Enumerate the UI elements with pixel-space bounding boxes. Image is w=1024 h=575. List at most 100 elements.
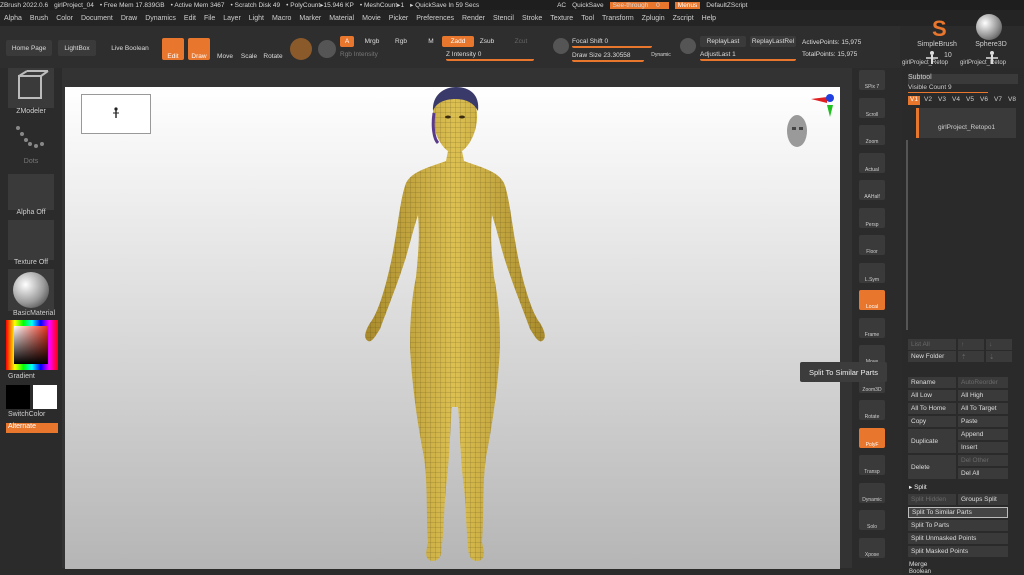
new-folder-button[interactable]: New Folder: [908, 351, 956, 362]
version-tab-v3[interactable]: V3: [936, 96, 948, 105]
menu-movie[interactable]: Movie: [362, 15, 381, 22]
menu-help[interactable]: Help: [702, 15, 716, 22]
version-tab-v8[interactable]: V8: [1006, 96, 1018, 105]
axis-gizmo-icon[interactable]: [807, 93, 837, 123]
shelf-l-sym[interactable]: L.Sym: [859, 262, 885, 283]
shelf-local[interactable]: Local: [859, 290, 885, 310]
focal-shift-slider[interactable]: Focal Shift 0: [572, 36, 652, 48]
all-low-button[interactable]: All Low: [908, 390, 956, 401]
see-through-slider[interactable]: See-through 0: [609, 1, 669, 9]
rotate-button[interactable]: Rotate: [262, 38, 284, 60]
sphere3d-icon[interactable]: [976, 14, 1002, 40]
menu-material[interactable]: Material: [329, 15, 354, 22]
menus-button[interactable]: Menus: [674, 1, 701, 9]
rgb-toggle[interactable]: Rgb: [390, 36, 412, 47]
default-zscript-button[interactable]: DefaultZScript: [706, 2, 747, 9]
quicksave-button[interactable]: QuickSave: [572, 2, 603, 9]
split-section-header[interactable]: ▸ Split: [906, 481, 1018, 492]
z-intensity-slider[interactable]: Z Intensity 0: [446, 50, 534, 61]
dynamic-toggle[interactable]: Dynamic: [648, 50, 674, 59]
duplicate-button[interactable]: Duplicate: [908, 429, 956, 453]
lightbox-button[interactable]: LightBox: [58, 40, 96, 56]
document-canvas[interactable]: [65, 87, 840, 569]
menu-stencil[interactable]: Stencil: [493, 15, 514, 22]
subtool-header[interactable]: Subtool: [908, 74, 1018, 84]
menu-texture[interactable]: Texture: [550, 15, 573, 22]
d-icon[interactable]: [680, 38, 696, 54]
menu-render[interactable]: Render: [462, 15, 485, 22]
all-high-button[interactable]: All High: [958, 390, 1008, 401]
shelf-aahalf[interactable]: AAHalf: [859, 180, 885, 200]
insert-button[interactable]: Insert: [958, 442, 1008, 453]
m-toggle[interactable]: M: [424, 36, 438, 47]
shelf-rotate[interactable]: Rotate: [859, 400, 885, 420]
menu-zscript[interactable]: Zscript: [673, 15, 694, 22]
shelf-frame[interactable]: Frame: [859, 317, 885, 338]
del-other-button[interactable]: Del Other: [958, 455, 1008, 466]
menu-color[interactable]: Color: [56, 15, 73, 22]
shelf-xpose[interactable]: Xpose: [859, 537, 885, 558]
menu-dynamics[interactable]: Dynamics: [145, 15, 176, 22]
paste-button[interactable]: Paste: [958, 416, 1008, 427]
all-to-target-button[interactable]: All To Target: [958, 403, 1008, 414]
live-boolean-button[interactable]: Live Boolean: [104, 40, 156, 56]
home-page-button[interactable]: Home Page: [6, 40, 52, 56]
split-unmasked-points-button[interactable]: Split Unmasked Points: [908, 533, 1008, 544]
menu-file[interactable]: File: [204, 15, 215, 22]
subtool-scrollbar[interactable]: [906, 140, 908, 330]
del-all-button[interactable]: Del All: [958, 468, 1008, 479]
menu-layer[interactable]: Layer: [223, 15, 241, 22]
subtool-item[interactable]: girlProject_Retopo1: [916, 108, 1016, 138]
shelf-scroll[interactable]: Scroll: [859, 97, 885, 118]
material-slot[interactable]: [8, 269, 54, 311]
delete-button[interactable]: Delete: [908, 455, 956, 479]
color-picker[interactable]: [6, 320, 58, 370]
copy-button[interactable]: Copy: [908, 416, 956, 427]
menu-brush[interactable]: Brush: [30, 15, 48, 22]
s-icon[interactable]: [553, 38, 569, 54]
menu-zplugin[interactable]: Zplugin: [642, 15, 665, 22]
model-mesh[interactable]: [320, 87, 590, 567]
menu-document[interactable]: Document: [81, 15, 113, 22]
rgb-intensity-slider[interactable]: Rgb Intensity: [340, 50, 430, 59]
draw-button[interactable]: Draw: [188, 38, 210, 60]
zcut-toggle[interactable]: Zcut: [510, 36, 532, 47]
color-square[interactable]: [14, 326, 48, 364]
split-to-similar-parts-button[interactable]: Split To Similar Parts: [908, 507, 1008, 518]
zsub-toggle[interactable]: Zsub: [476, 36, 498, 47]
version-tab-v2[interactable]: V2: [922, 96, 934, 105]
menu-alpha[interactable]: Alpha: [4, 15, 22, 22]
move-down-button[interactable]: ↓: [986, 339, 1012, 350]
menu-tool[interactable]: Tool: [581, 15, 594, 22]
texture-slot[interactable]: [8, 220, 54, 260]
all-to-home-button[interactable]: All To Home: [908, 403, 956, 414]
secondary-color-swatch[interactable]: [33, 385, 57, 409]
version-tab-v6[interactable]: V6: [978, 96, 990, 105]
shelf-dynamic[interactable]: Dynamic: [859, 482, 885, 503]
shelf-persp[interactable]: Persp: [859, 207, 885, 228]
alpha-slot[interactable]: [8, 174, 54, 210]
menu-picker[interactable]: Picker: [389, 15, 408, 22]
split-to-parts-button[interactable]: Split To Parts: [908, 520, 1008, 531]
shelf-spix-7[interactable]: SPix 7: [859, 70, 885, 90]
version-tab-v4[interactable]: V4: [950, 96, 962, 105]
autoreorder-button[interactable]: AutoReorder: [958, 377, 1008, 388]
shelf-zoom[interactable]: Zoom: [859, 125, 885, 145]
dots-stroke-icon[interactable]: [8, 122, 54, 158]
groups-split-button[interactable]: Groups Split: [958, 494, 1008, 505]
alternate-button[interactable]: Alternate: [6, 423, 58, 433]
boolean-section-header[interactable]: Boolean: [906, 569, 1018, 575]
replay-last-button[interactable]: ReplayLast: [700, 36, 746, 47]
shelf-transp[interactable]: Transp: [859, 455, 885, 475]
draw-size-slider[interactable]: Draw Size 23.30558: [572, 50, 644, 62]
version-tab-v7[interactable]: V7: [992, 96, 1004, 105]
split-hidden-button[interactable]: Split Hidden: [908, 494, 956, 505]
version-tab-v5[interactable]: V5: [964, 96, 976, 105]
navigator-thumbnail[interactable]: [81, 94, 151, 134]
rename-button[interactable]: Rename: [908, 377, 956, 388]
primary-color-swatch[interactable]: [6, 385, 30, 409]
menu-transform[interactable]: Transform: [602, 15, 634, 22]
menu-preferences[interactable]: Preferences: [416, 15, 454, 22]
edit-button[interactable]: Edit: [162, 38, 184, 60]
a-toggle[interactable]: A: [340, 36, 354, 47]
